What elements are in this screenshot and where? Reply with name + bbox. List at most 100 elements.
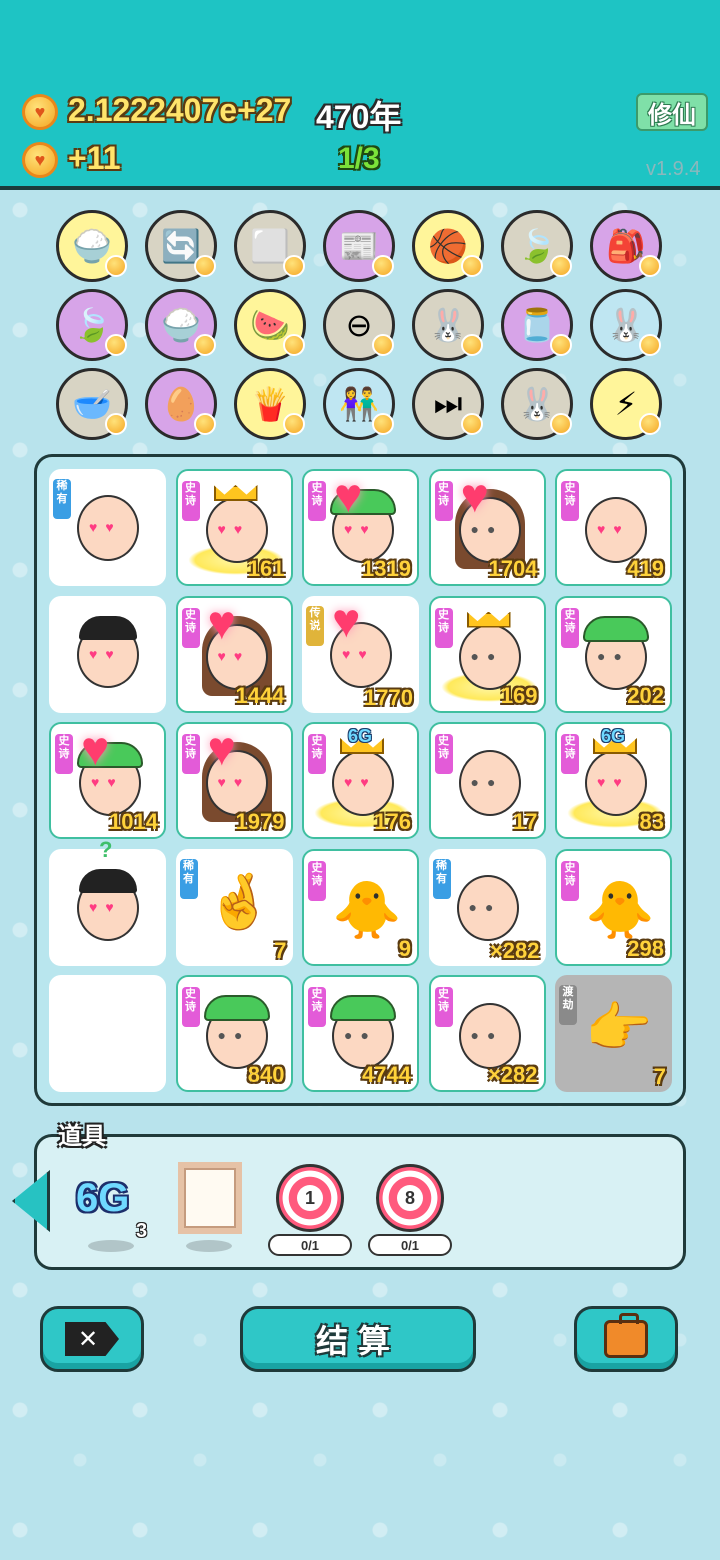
xiuxian-button[interactable]: 修仙 — [636, 93, 708, 131]
rarity-badge: 史诗 — [561, 481, 579, 521]
cell-count: 1979 — [235, 809, 285, 834]
rabbit-icon[interactable]: 🐰 — [412, 289, 484, 361]
cell-count: 1319 — [362, 556, 411, 581]
fries-icon[interactable]: 🍟 — [234, 368, 306, 440]
skip-icon[interactable]: ⏭ — [412, 368, 484, 440]
close-icon: ✕ — [65, 1322, 119, 1356]
leaf-icon[interactable]: 🍃 — [56, 289, 128, 361]
photo-frame-item[interactable] — [178, 1162, 242, 1234]
board-cell[interactable]: 👉 渡劫 7 — [555, 975, 672, 1092]
coin-icon — [194, 334, 216, 356]
board-cell[interactable]: ●● 史诗 169 — [428, 595, 546, 713]
board-cell[interactable]: ●● 史诗 4744 — [302, 975, 419, 1092]
close-button[interactable]: ✕ — [40, 1306, 144, 1372]
heart-eyes: ♥♥ — [344, 774, 377, 790]
board-cell[interactable] — [49, 975, 166, 1092]
board-cell[interactable]: ♥♥ ♥ 史诗 1319 — [302, 469, 419, 586]
bag-on-stick-icon[interactable]: 🎒 — [590, 210, 662, 282]
rarity-badge: 史诗 — [308, 987, 326, 1027]
basketballs-icon[interactable]: 🏀 — [412, 210, 484, 282]
board-cell[interactable]: ♥♥ — [49, 595, 166, 713]
cell-count: 1704 — [488, 556, 538, 581]
dog-bowl-icon[interactable]: 🥣 — [56, 368, 128, 440]
board-cell[interactable]: ♥♥ 史诗 419 — [555, 469, 672, 586]
fruit-basket-icon[interactable]: 🍉 — [234, 289, 306, 361]
game-board: ♥♥ 稀有 ♥♥ 史诗 161 ♥♥ ♥ 史诗 1319 ●● ♥ 史诗 1704 ♥♥ 史诗 419 ♥♥ ♥♥… — [34, 454, 686, 1106]
board-cell[interactable]: 🐥 史诗 298 — [555, 848, 672, 966]
couple-icon[interactable]: 👫 — [323, 368, 395, 440]
target-item-1[interactable]: 1 — [276, 1164, 344, 1232]
board-cell[interactable]: ♥♥? — [49, 837, 166, 966]
cell-count: 4744 — [362, 1062, 411, 1087]
heart-icon: ♥ — [207, 723, 237, 776]
rarity-badge: 史诗 — [308, 481, 326, 521]
hand-icon: 👉 — [585, 998, 653, 1058]
target-item-2[interactable]: 8 — [376, 1164, 444, 1232]
rice-bowl-icon[interactable]: 🍚 — [56, 210, 128, 282]
board-cell[interactable]: ♥♥ 稀有 — [49, 469, 166, 586]
board-cell[interactable]: ♥♥ 史诗 161 — [175, 469, 293, 586]
refresh-icon[interactable]: 🔄 — [145, 210, 217, 282]
board-cell[interactable]: ♥♥ 6G 史诗 176 — [302, 722, 419, 839]
cell-count: 298 — [627, 935, 664, 961]
coin-icon — [105, 413, 127, 435]
board-cell[interactable]: ●● 史诗 840 — [175, 975, 293, 1092]
character-face: ♥♥ — [77, 495, 139, 561]
jar-icon[interactable]: 🫙 — [501, 289, 573, 361]
target-item-2-counter: 0/1 — [368, 1234, 452, 1256]
coin-icon — [461, 413, 483, 435]
cell-count: 83 — [639, 809, 664, 834]
rabbit-icon[interactable]: 🐰 — [590, 289, 662, 361]
board-cell[interactable]: ●● 史诗 202 — [555, 595, 672, 713]
board-cell[interactable]: ●● 稀有 ×282 — [428, 848, 546, 966]
minus-icon[interactable]: ⊖ — [323, 289, 395, 361]
rice-bowl-icon[interactable]: 🍚 — [145, 289, 217, 361]
tofu-blocks-icon[interactable]: ⬜ — [234, 210, 306, 282]
heart-eyes: ♥♥ — [217, 521, 251, 537]
board-cell[interactable]: 🤞 稀有 7 — [175, 848, 293, 966]
rarity-badge: 史诗 — [561, 734, 579, 774]
crown-icon — [466, 611, 511, 628]
crown-icon — [213, 485, 258, 501]
items-title: 道具 — [58, 1123, 106, 1150]
coin-icon — [194, 255, 216, 277]
6g-tag: 6G — [601, 726, 626, 746]
board-cell[interactable]: ●● ♥ 史诗 1704 — [428, 469, 546, 586]
green-hat — [203, 995, 270, 1021]
heart-icon: ♥ — [207, 596, 237, 650]
inventory-button[interactable] — [574, 1306, 678, 1372]
board-cell[interactable]: ♥♥ ♥ 史诗 1444 — [175, 595, 293, 713]
question-icon: ? — [99, 836, 113, 862]
cell-count: ×282 — [489, 937, 540, 963]
leaf-icon[interactable]: 🍃 — [501, 210, 573, 282]
chicken-character: 🐥 — [332, 877, 402, 941]
cell-count: 9 — [398, 935, 411, 961]
year-value: 470年 — [316, 99, 402, 135]
character-face: ●● — [458, 750, 521, 816]
green-hat — [330, 995, 396, 1021]
coin-icon — [639, 334, 661, 356]
coin-icon — [461, 255, 483, 277]
item-6g[interactable]: 6G — [76, 1176, 129, 1221]
settle-button[interactable]: 结算 — [240, 1306, 476, 1372]
heart-eyes: ♥♥ — [89, 898, 122, 915]
lightning-icon[interactable]: ⚡ — [590, 368, 662, 440]
income-value: +11 — [68, 140, 121, 176]
board-cell[interactable]: ●● 史诗 17 — [428, 722, 546, 839]
coin-icon: ♥ — [22, 142, 58, 178]
board-cell[interactable]: ♥♥ ♥ 史诗 1014 — [49, 722, 166, 839]
board-cell[interactable]: ♥♥ 6G 史诗 83 — [555, 722, 672, 839]
rarity-badge: 史诗 — [308, 734, 326, 774]
time-magazine-icon[interactable]: 📰 — [323, 210, 395, 282]
rabbit-icon[interactable]: 🐰 — [501, 368, 573, 440]
item-shadow — [88, 1240, 134, 1252]
board-cell[interactable]: 🐥 史诗 9 — [302, 848, 419, 966]
dark-hair — [79, 868, 137, 893]
board-cell[interactable]: ♥♥ ♥ 传说 1770 — [302, 595, 419, 713]
cell-count: 7 — [653, 1064, 666, 1089]
item-shadow — [186, 1240, 232, 1252]
board-cell[interactable]: ♥♥ ♥ 史诗 1979 — [175, 722, 293, 839]
egg-face-icon[interactable]: 🥚 — [145, 368, 217, 440]
board-cell[interactable]: ●● 史诗 ×282 — [428, 975, 546, 1092]
coin-icon — [283, 413, 305, 435]
